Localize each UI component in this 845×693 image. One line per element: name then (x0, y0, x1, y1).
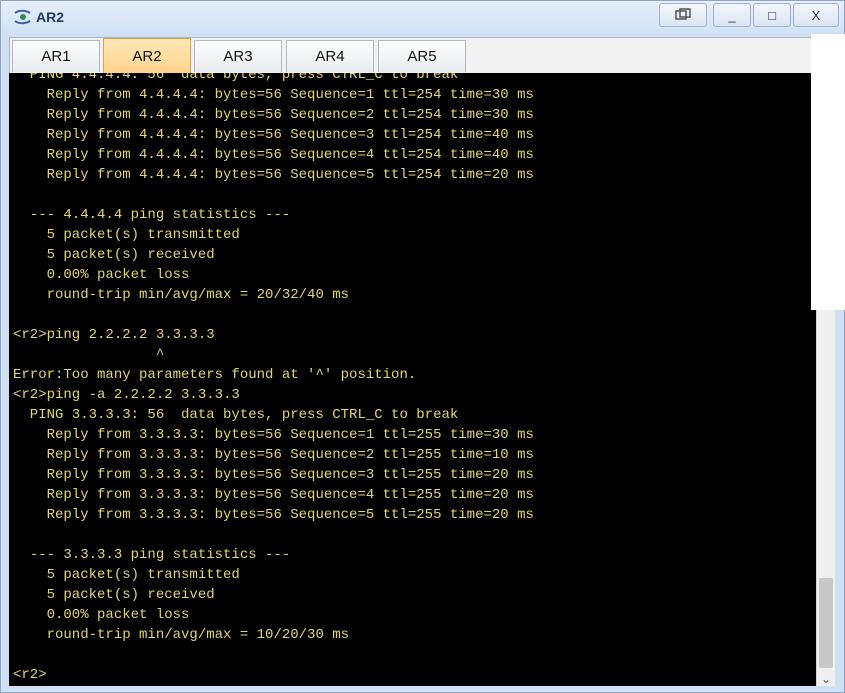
title-bar: AR2 _ □ X (1, 1, 844, 33)
terminal-line: Reply from 4.4.4.4: bytes=56 Sequence=2 … (13, 107, 534, 123)
tab-ar2[interactable]: AR2 (103, 38, 191, 74)
terminal-line: Reply from 3.3.3.3: bytes=56 Sequence=3 … (13, 467, 534, 483)
terminal-line: <r2>ping 2.2.2.2 3.3.3.3 (13, 327, 215, 343)
terminal-line: Reply from 3.3.3.3: bytes=56 Sequence=2 … (13, 447, 534, 463)
vertical-scrollbar[interactable]: ⌄ (816, 310, 835, 686)
tab-ar3[interactable]: AR3 (194, 40, 282, 72)
device-tabs: AR1 AR2 AR3 AR4 AR5 (9, 37, 812, 74)
tab-ar5[interactable]: AR5 (378, 40, 466, 72)
terminal-line: --- 4.4.4.4 ping statistics --- (13, 207, 291, 223)
scroll-down-icon[interactable]: ⌄ (821, 673, 831, 685)
terminal-line: 5 packet(s) transmitted (13, 567, 240, 583)
restore-icon (675, 8, 691, 20)
close-button[interactable]: X (793, 3, 839, 27)
router-icon (13, 9, 33, 25)
scroll-thumb[interactable] (819, 578, 833, 668)
terminal-console[interactable]: PING 4.4.4.4: 56 data bytes, press CTRL_… (9, 73, 816, 686)
terminal-line: 0.00% packet loss (13, 267, 190, 283)
terminal-line: --- 3.3.3.3 ping statistics --- (13, 547, 291, 563)
terminal-line: 5 packet(s) received (13, 587, 215, 603)
terminal-line: Reply from 3.3.3.3: bytes=56 Sequence=1 … (13, 427, 534, 443)
window-title: AR2 (36, 9, 65, 25)
terminal-line: Reply from 4.4.4.4: bytes=56 Sequence=1 … (13, 87, 534, 103)
terminal-line: Reply from 4.4.4.4: bytes=56 Sequence=4 … (13, 147, 534, 163)
terminal-line: 0.00% packet loss (13, 607, 190, 623)
terminal-line: round-trip min/avg/max = 10/20/30 ms (13, 627, 350, 643)
terminal-line: Reply from 4.4.4.4: bytes=56 Sequence=3 … (13, 127, 534, 143)
restore-window-button[interactable] (659, 3, 707, 27)
terminal-prompt[interactable]: <r2> (13, 665, 47, 685)
terminal-line: 5 packet(s) transmitted (13, 227, 240, 243)
minimize-button[interactable]: _ (713, 3, 751, 27)
blank-panel (811, 34, 845, 310)
terminal-line: <r2>ping -a 2.2.2.2 3.3.3.3 (13, 387, 240, 403)
terminal-line: ^ (13, 347, 165, 363)
terminal-line: Reply from 4.4.4.4: bytes=56 Sequence=5 … (13, 167, 534, 183)
tab-ar1[interactable]: AR1 (12, 40, 100, 72)
terminal-line: PING 4.4.4.4: 56 data bytes, press CTRL_… (13, 73, 459, 83)
terminal-line: Error:Too many parameters found at '^' p… (13, 367, 417, 383)
terminal-line: Reply from 3.3.3.3: bytes=56 Sequence=5 … (13, 507, 534, 523)
tab-ar4[interactable]: AR4 (286, 40, 374, 72)
maximize-button[interactable]: □ (753, 3, 791, 27)
terminal-line: PING 3.3.3.3: 56 data bytes, press CTRL_… (13, 407, 459, 423)
terminal-line: round-trip min/avg/max = 20/32/40 ms (13, 287, 350, 303)
terminal-line: 5 packet(s) received (13, 247, 215, 263)
terminal-line: Reply from 3.3.3.3: bytes=56 Sequence=4 … (13, 487, 534, 503)
app-window: AR2 _ □ X AR1 AR2 AR3 AR4 AR5 PING 4.4.4… (0, 0, 845, 693)
